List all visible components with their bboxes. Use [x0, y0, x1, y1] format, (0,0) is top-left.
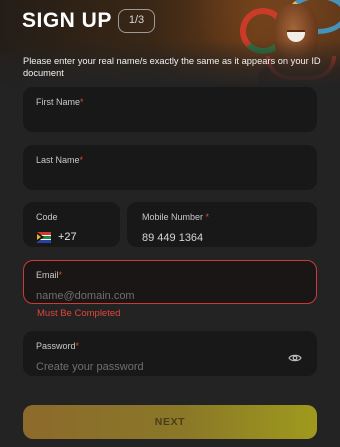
password-label: Password*	[36, 341, 80, 351]
email-placeholder: name@domain.com	[36, 290, 135, 302]
email-error-message: Must Be Completed	[37, 308, 121, 319]
mobile-number-label: Mobile Number *	[142, 212, 210, 222]
next-button[interactable]: NEXT	[23, 405, 317, 439]
password-placeholder: Create your password	[36, 361, 144, 373]
email-label: Email*	[36, 270, 63, 280]
code-label: Code	[36, 212, 58, 222]
mobile-number-value: 89 449 1364	[142, 232, 204, 244]
first-name-label: First Name*	[36, 97, 84, 107]
south-africa-flag-icon	[37, 232, 51, 243]
country-code-selector[interactable]: Code +27	[23, 202, 120, 247]
signup-page: SIGN UP 1/3 Please enter your real name/…	[0, 0, 340, 447]
eye-icon[interactable]	[288, 353, 302, 363]
mobile-number-field[interactable]: Mobile Number * 89 449 1364	[127, 202, 317, 247]
first-name-field[interactable]: First Name*	[23, 87, 317, 132]
step-indicator: 1/3	[118, 9, 155, 33]
email-field[interactable]: Email* name@domain.com	[23, 260, 317, 304]
last-name-label: Last Name*	[36, 155, 84, 165]
dial-code-value: +27	[58, 231, 77, 243]
instruction-text: Please enter your real name/s exactly th…	[23, 56, 321, 78]
password-field[interactable]: Password* Create your password	[23, 331, 317, 376]
last-name-field[interactable]: Last Name*	[23, 145, 317, 190]
page-title: SIGN UP	[22, 9, 112, 32]
